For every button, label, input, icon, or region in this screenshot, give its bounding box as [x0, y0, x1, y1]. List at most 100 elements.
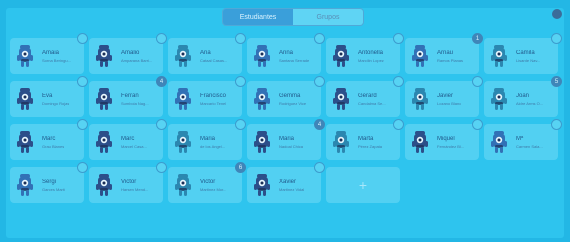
- student-grid: Amaia Sorna Beringu... Amalio Amparana B…: [10, 33, 562, 203]
- student-surname: de los Angel...: [200, 143, 226, 149]
- monster-avatar-icon: [175, 45, 191, 67]
- tab-grupos[interactable]: Grupos: [293, 9, 363, 25]
- points-badge: [551, 119, 562, 130]
- monster-avatar-icon: [254, 174, 270, 196]
- student-card[interactable]: Javier Lozano Blanc: [405, 76, 483, 117]
- student-name: Arnau: [437, 49, 454, 56]
- monster-avatar-icon: [96, 174, 112, 196]
- points-badge: [551, 33, 562, 44]
- student-card[interactable]: Camila Lisarde Nav...: [484, 33, 562, 74]
- student-card[interactable]: Marc Marcel Casa...: [89, 119, 167, 160]
- monster-avatar-icon: [491, 88, 507, 110]
- student-name: Xavier: [279, 178, 297, 185]
- student-text: Marc Grau Blanes: [42, 136, 64, 149]
- student-card[interactable]: Maria de los Angel...: [168, 119, 246, 160]
- points-badge: 4: [156, 76, 167, 87]
- student-name: Amaia: [42, 49, 60, 56]
- student-card[interactable]: Eva Domingo Rojas: [10, 76, 88, 117]
- points-badge: 4: [314, 119, 325, 130]
- student-avatar: [174, 44, 192, 68]
- student-card[interactable]: Mª Carmen Sala...: [484, 119, 562, 160]
- monster-avatar-icon: [96, 131, 112, 153]
- points-badge: [235, 119, 246, 130]
- student-card[interactable]: Marc Grau Blanes: [10, 119, 88, 160]
- points-badge: [156, 33, 167, 44]
- student-text: Javier Lozano Blanc: [437, 93, 461, 106]
- student-text: Arnau Ramos Planas: [437, 50, 463, 63]
- student-card[interactable]: Victor Harsen Mend...: [89, 162, 167, 203]
- student-surname: Marcel Casa...: [121, 143, 147, 149]
- monster-avatar-icon: [333, 45, 349, 67]
- add-student-button[interactable]: +: [326, 167, 400, 203]
- student-text: Marc Marcel Casa...: [121, 136, 147, 149]
- student-name: Sergi: [42, 178, 57, 185]
- student-name: Joan: [516, 92, 530, 99]
- student-text: Marta Pérez Zapata: [358, 136, 382, 149]
- student-text: Anna Santana Serrade: [279, 50, 309, 63]
- points-badge: 6: [235, 162, 246, 173]
- monster-avatar-icon: [412, 131, 428, 153]
- student-card[interactable]: Francisco Marcario Tenel: [168, 76, 246, 117]
- student-card[interactable]: Ferran Sumboia Nag... 4: [89, 76, 167, 117]
- student-card[interactable]: Antonella Marcilin Lopez: [326, 33, 404, 74]
- student-card[interactable]: Anna Santana Serrade: [247, 33, 325, 74]
- student-avatar: [490, 130, 508, 154]
- points-badge: [77, 76, 88, 87]
- student-text: Ana Cataal Casas...: [200, 50, 227, 63]
- student-text: Gemma Rodriguez Vice: [279, 93, 306, 106]
- student-card[interactable]: Victor Martinez Mor... 6: [168, 162, 246, 203]
- student-avatar: [253, 44, 271, 68]
- student-surname: Ramos Planas: [437, 57, 464, 63]
- student-avatar: [411, 130, 429, 154]
- student-avatar: [253, 130, 271, 154]
- points-badge: [77, 119, 88, 130]
- student-surname: Amparana Barri...: [121, 57, 153, 63]
- student-name: Victor: [200, 178, 216, 185]
- student-name: Marta: [358, 135, 374, 142]
- student-text: Francisco Marcario Tenel: [200, 93, 226, 106]
- student-card[interactable]: Ana Cataal Casas...: [168, 33, 246, 74]
- student-surname: Aldre Arms O...: [516, 100, 544, 106]
- monster-avatar-icon: [254, 88, 270, 110]
- student-name: Ana: [200, 49, 211, 56]
- student-text: Xavier Martinez Vidal: [279, 179, 304, 192]
- points-badge: [314, 76, 325, 87]
- student-card[interactable]: Miquel Fernández Bl...: [405, 119, 483, 160]
- student-name: Gerard: [358, 92, 377, 99]
- student-card[interactable]: Marta Pérez Zapata: [326, 119, 404, 160]
- settings-icon[interactable]: [552, 9, 562, 19]
- student-text: Gerard Candalma Se...: [358, 93, 386, 106]
- points-badge: 5: [551, 76, 562, 87]
- student-card[interactable]: Sergi Garces Martí: [10, 162, 88, 203]
- student-card[interactable]: Maria Nadoal Chica 4: [247, 119, 325, 160]
- tab-estudiantes[interactable]: Estudiantes: [223, 9, 293, 25]
- student-surname: Santana Serrade: [279, 57, 310, 63]
- monster-avatar-icon: [17, 45, 33, 67]
- student-card[interactable]: Arnau Ramos Planas 1: [405, 33, 483, 74]
- student-text: Amaia Sorna Beringu...: [42, 50, 71, 63]
- student-name: Marc: [121, 135, 135, 142]
- monster-avatar-icon: [412, 88, 428, 110]
- student-name: Francisco: [200, 92, 227, 99]
- student-avatar: [253, 173, 271, 197]
- student-surname: Lozano Blanc: [437, 100, 462, 106]
- student-card[interactable]: Gerard Candalma Se...: [326, 76, 404, 117]
- student-name: Camila: [516, 49, 535, 56]
- points-badge: [472, 76, 483, 87]
- student-surname: Nadoal Chica: [279, 143, 304, 149]
- student-avatar: [490, 44, 508, 68]
- student-card[interactable]: Joan Aldre Arms O... 5: [484, 76, 562, 117]
- student-surname: Cataal Casas...: [200, 57, 228, 63]
- student-avatar: [16, 173, 34, 197]
- points-badge: [472, 119, 483, 130]
- student-text: Amalio Amparana Barri...: [121, 50, 152, 63]
- student-avatar: [174, 173, 192, 197]
- student-card[interactable]: Xavier Martinez Vidal: [247, 162, 325, 203]
- student-text: Maria Nadoal Chica: [279, 136, 303, 149]
- student-card[interactable]: Gemma Rodriguez Vice: [247, 76, 325, 117]
- student-card[interactable]: Amalio Amparana Barri...: [89, 33, 167, 74]
- student-name: Antonella: [358, 49, 384, 56]
- student-surname: Carmen Sala...: [516, 143, 543, 149]
- student-card[interactable]: Amaia Sorna Beringu...: [10, 33, 88, 74]
- view-tabs: Estudiantes Grupos: [222, 8, 364, 26]
